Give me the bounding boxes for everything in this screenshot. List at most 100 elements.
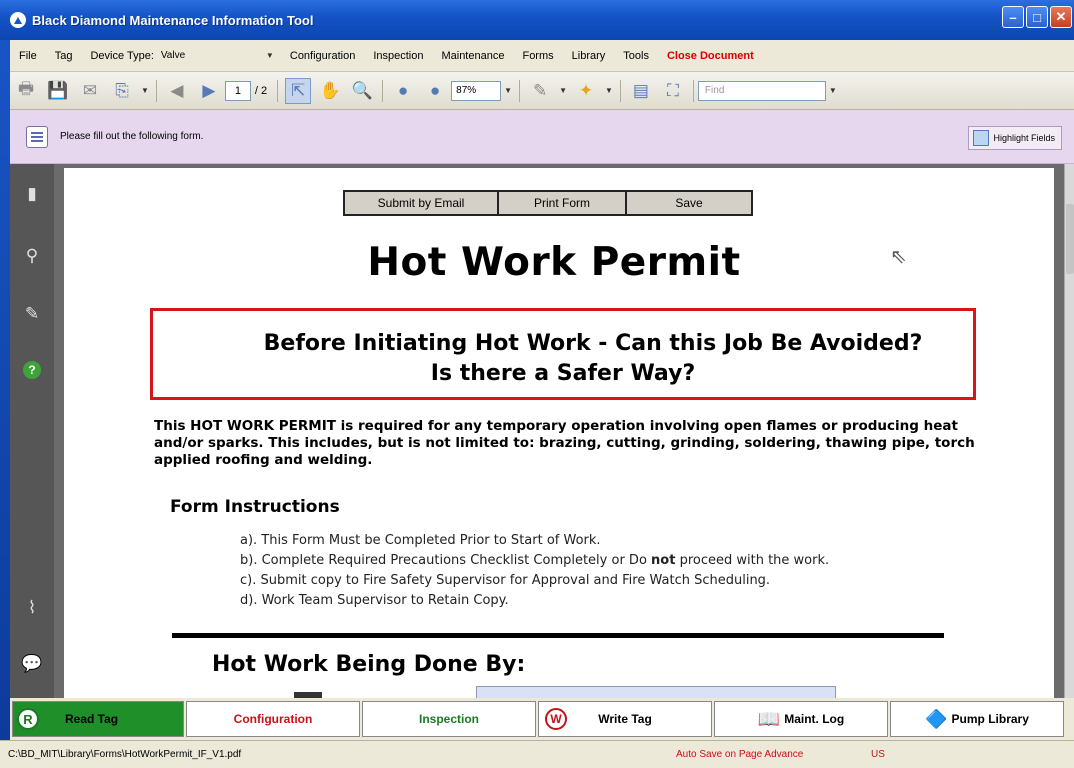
menu-close-document[interactable]: Close Document (658, 50, 763, 62)
warning-line-1: Before Initiating Hot Work - Can this Jo… (263, 331, 923, 356)
instruction-item: d). Work Team Supervisor to Retain Copy. (240, 593, 509, 608)
done-by-field[interactable] (476, 686, 836, 698)
auto-save-status: Auto Save on Page Advance (676, 749, 804, 760)
zoom-input[interactable]: 87% (451, 80, 502, 101)
save-form-button[interactable]: Save (625, 190, 753, 216)
find-input[interactable]: Find (697, 80, 826, 101)
menu-forms[interactable]: Forms (513, 50, 562, 62)
scrollbar-thumb[interactable] (1066, 204, 1074, 274)
app-window: Black Diamond Maintenance Information To… (0, 0, 1074, 768)
toolbar-separator (692, 79, 694, 102)
hand-tool-icon[interactable]: ✋ (317, 78, 343, 104)
select-tool-icon[interactable]: ⇱ (285, 77, 312, 104)
maint-log-button[interactable]: 📖 Maint. Log (714, 701, 888, 737)
pump-library-label: Pump Library (951, 712, 1029, 726)
highlight-icon (973, 130, 990, 146)
help-icon[interactable]: ? (22, 360, 42, 380)
save-icon[interactable]: 💾 (45, 78, 71, 104)
instructions-list: a). This Form Must be Completed Prior to… (240, 531, 1000, 611)
next-page-icon[interactable]: ▶ (196, 78, 222, 104)
highlight-fields-button[interactable]: Highlight Fields (968, 126, 1062, 150)
print-icon[interactable]: 🖶 (13, 78, 39, 104)
inspection-button[interactable]: Inspection (362, 701, 536, 737)
document-area: Submit by Email Print Form Save Hot Work… (54, 164, 1064, 698)
highlight-fields-label: Highlight Fields (993, 133, 1055, 143)
menu-tools[interactable]: Tools (614, 50, 658, 62)
chevron-down-icon[interactable]: ▼ (141, 86, 149, 95)
menu-library[interactable]: Library (563, 50, 615, 62)
device-type-label: Device Type: (90, 49, 154, 62)
menu-inspection[interactable]: Inspection (364, 50, 432, 62)
page-number-input[interactable]: 1 (224, 80, 251, 101)
menu-tag[interactable]: Tag (46, 50, 82, 62)
bottom-action-bar: R Read Tag Configuration Inspection W Wr… (10, 698, 1074, 740)
device-type-select[interactable]: Valve ▼ (159, 47, 277, 65)
zoom-in-icon[interactable]: ● (422, 78, 448, 104)
fullscreen-icon[interactable]: ⛶ (660, 78, 686, 104)
toolbar-separator (277, 79, 279, 102)
book-icon: 📖 (757, 708, 781, 729)
bookmarks-icon[interactable]: ⚲ (22, 246, 42, 266)
signatures-icon[interactable]: ✎ (22, 304, 42, 324)
toolbar-separator (155, 79, 157, 102)
pen-icon[interactable]: ✎ (527, 78, 553, 104)
title-bar: Black Diamond Maintenance Information To… (0, 0, 1074, 40)
maximize-icon[interactable]: □ (1026, 6, 1048, 28)
toolbar: 🖶 💾 ✉ ⎘ ▼ ◀ ▶ 1 / 2 ⇱ ✋ 🔍 ● ● 87% ▼ ✎ ▼ ✦ ▼… (10, 72, 1074, 110)
chevron-down-icon[interactable]: ▼ (504, 86, 512, 95)
zoom-icon[interactable]: 🔍 (349, 78, 375, 104)
menu-file[interactable]: File (10, 50, 46, 62)
write-tag-button[interactable]: W Write Tag (538, 701, 712, 737)
toolbar-separator (519, 79, 521, 102)
print-form-button[interactable]: Print Form (497, 190, 627, 216)
read-tag-icon: R (17, 708, 39, 730)
chevron-down-icon[interactable]: ▼ (829, 86, 837, 95)
configuration-button[interactable]: Configuration (186, 701, 360, 737)
email-icon[interactable]: ✉ (77, 78, 103, 104)
menu-configuration[interactable]: Configuration (281, 50, 364, 62)
menu-maintenance[interactable]: Maintenance (432, 50, 513, 62)
attach-icon[interactable]: ⎘ (109, 78, 135, 104)
warning-line-2: Is there a Safer Way? (430, 361, 696, 386)
warning-box: Before Initiating Hot Work - Can this Jo… (150, 308, 976, 400)
chevron-down-icon[interactable]: ▼ (605, 86, 613, 95)
pages-icon[interactable]: ▮ (22, 184, 42, 204)
close-icon[interactable]: ✕ (1050, 6, 1072, 28)
status-bar: C:\BD_MIT\Library\Forms\HotWorkPermit_IF… (0, 740, 1074, 768)
device-type-value: Valve (160, 50, 186, 61)
write-tag-icon: W (545, 708, 567, 730)
navigation-panel: ▮ ⚲ ✎ ? ⌇ 💬 (10, 164, 54, 698)
zoom-out-icon[interactable]: ● (390, 78, 416, 104)
page-total: / 2 (254, 84, 268, 97)
chevron-down-icon[interactable]: ▼ (263, 48, 277, 64)
maint-log-label: Maint. Log (784, 712, 845, 726)
pump-library-icon: 🔷 (925, 708, 948, 729)
instruction-item: b). Complete Required Precautions Checkl… (240, 553, 830, 568)
pump-library-button[interactable]: 🔷 Pump Library (890, 701, 1064, 737)
stamp-icon[interactable]: ✦ (573, 78, 599, 104)
permit-intro: This HOT WORK PERMIT is required for any… (154, 418, 975, 468)
write-tag-label: Write Tag (598, 712, 652, 726)
vertical-scrollbar[interactable] (1064, 164, 1074, 698)
window-controls: – □ ✕ (1002, 6, 1072, 28)
instructions-title: Form Instructions (170, 497, 340, 517)
locale-status: US (871, 749, 885, 760)
chevron-down-icon[interactable]: ▼ (559, 86, 567, 95)
form-action-buttons: Submit by Email Print Form Save (343, 190, 753, 216)
toolbar-separator (382, 79, 384, 102)
instruction-item: a). This Form Must be Completed Prior to… (240, 533, 601, 548)
form-message: Please fill out the following form. (60, 131, 204, 142)
prev-page-icon[interactable]: ◀ (164, 78, 190, 104)
read-tag-label: Read Tag (65, 712, 119, 726)
toolbar-separator (619, 79, 621, 102)
fit-page-icon[interactable]: ▤ (628, 78, 654, 104)
app-logo-icon (10, 12, 26, 28)
read-tag-button[interactable]: R Read Tag (12, 701, 184, 737)
form-icon (26, 125, 48, 148)
minimize-icon[interactable]: – (1002, 6, 1024, 28)
submit-by-email-button[interactable]: Submit by Email (343, 190, 499, 216)
done-by-title: Hot Work Being Done By: (212, 652, 526, 677)
comments-icon[interactable]: 💬 (21, 654, 42, 674)
mouse-cursor-icon: ⇖ (890, 246, 907, 268)
attachment-icon[interactable]: ⌇ (22, 598, 42, 618)
